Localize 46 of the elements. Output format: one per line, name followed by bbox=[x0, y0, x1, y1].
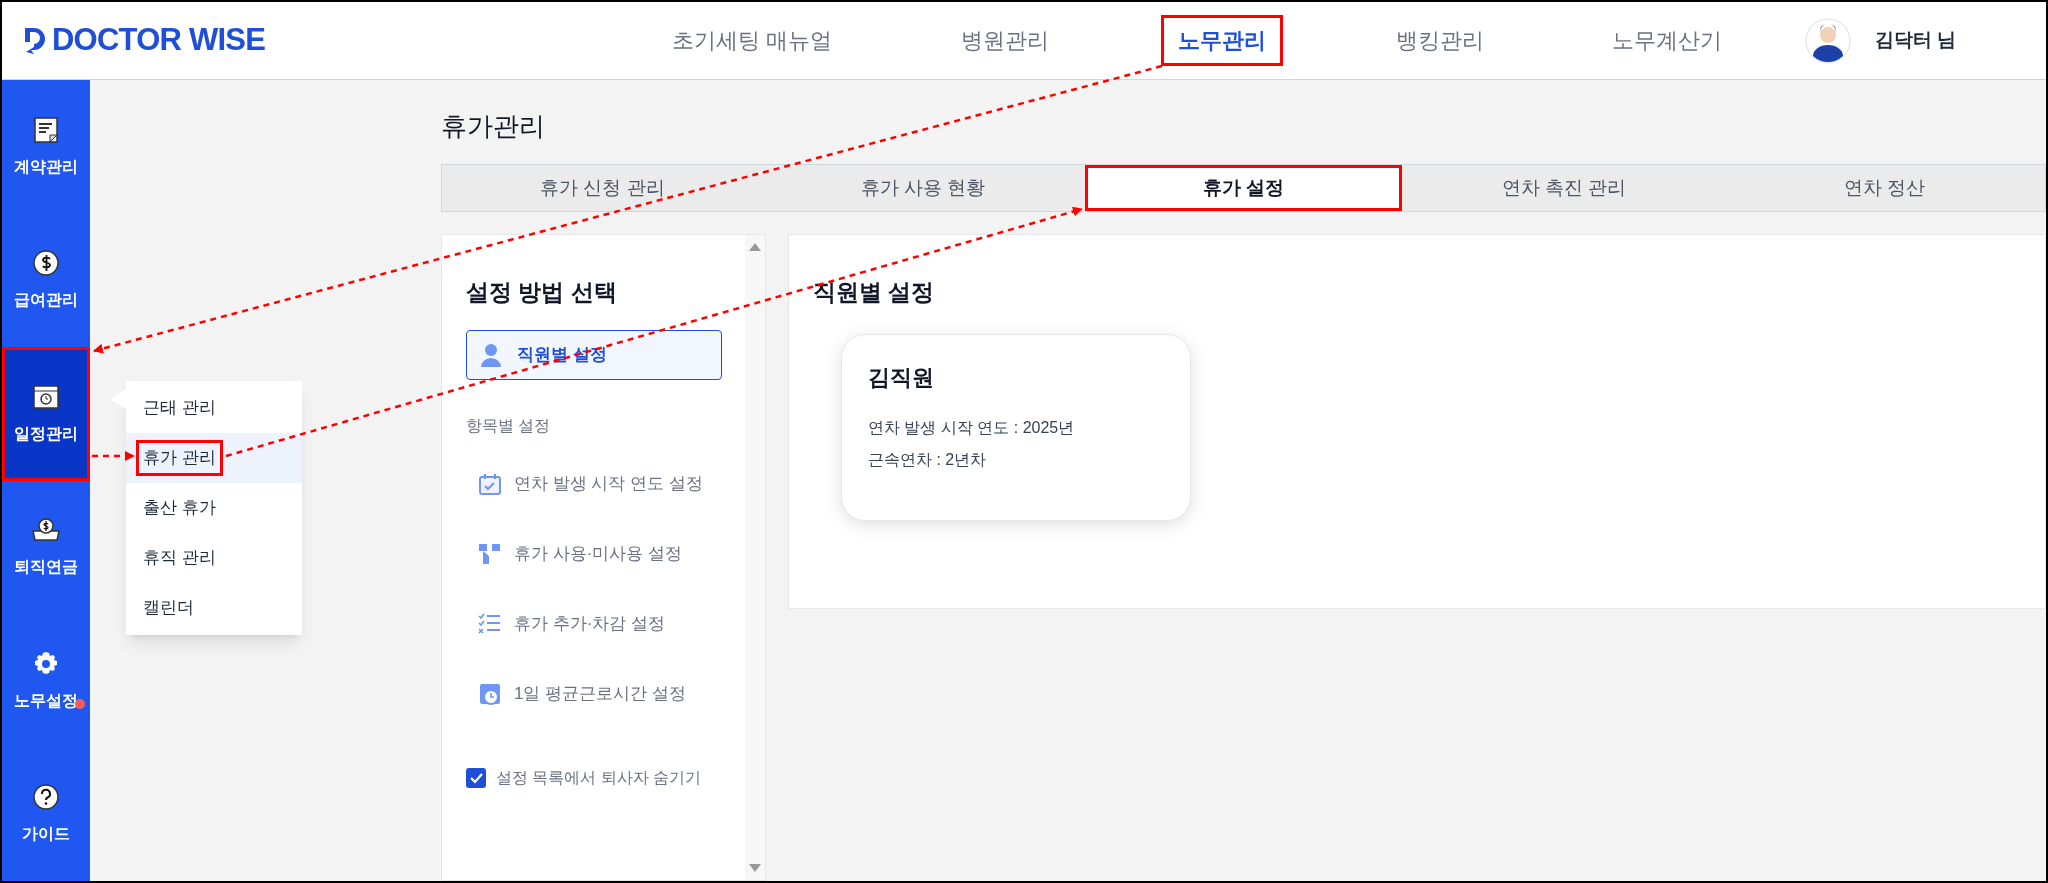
nav-link[interactable]: 뱅킹관리 bbox=[1378, 15, 1501, 66]
tab[interactable]: 휴가 신청 관리 bbox=[442, 165, 763, 211]
dashed-arrow bbox=[92, 451, 135, 461]
tab[interactable]: 휴가 설정 bbox=[1085, 165, 1402, 211]
submenu-item[interactable]: 휴직 관리 bbox=[136, 540, 223, 576]
submenu-item[interactable]: 캘린더 bbox=[136, 590, 201, 626]
employee-setting-button[interactable]: 직원별 설정 bbox=[466, 329, 722, 380]
checkbox[interactable] bbox=[466, 767, 486, 788]
checklist-icon bbox=[478, 611, 502, 636]
calendar-clock-icon bbox=[478, 681, 502, 706]
tab[interactable]: 휴가 사용 현황 bbox=[762, 165, 1084, 211]
help-icon bbox=[31, 782, 61, 813]
sidebar-item[interactable]: 일정관리 bbox=[2, 347, 90, 481]
employee-card[interactable]: 김직원 연차 발생 시작 연도 : 2025년 근속연차 : 2년차 bbox=[841, 333, 1191, 521]
nav-link[interactable]: 노무계산기 bbox=[1595, 15, 1739, 66]
setting-item[interactable]: 연차 발생 시작 연도 설정 bbox=[478, 463, 745, 504]
document-icon bbox=[31, 114, 61, 145]
submenu-item[interactable]: 근태 관리 bbox=[136, 390, 223, 426]
calendar-check-icon bbox=[478, 471, 502, 496]
submenu-item[interactable]: 출산 휴가 bbox=[136, 490, 223, 526]
setting-item[interactable]: 휴가 추가·차감 설정 bbox=[478, 603, 745, 644]
checkbox-label: 설정 목록에서 퇴사자 숨기기 bbox=[496, 767, 702, 788]
scrollbar[interactable] bbox=[745, 235, 765, 880]
panel-title: 직원별 설정 bbox=[813, 278, 936, 307]
dollar-coin-icon bbox=[31, 248, 61, 279]
tab[interactable]: 연차 촉진 관리 bbox=[1403, 165, 1725, 211]
setting-item[interactable]: 1일 평균근로시간 설정 bbox=[478, 673, 745, 714]
employee-info: 연차 발생 시작 연도 : 2025년 bbox=[868, 417, 1076, 438]
tab[interactable]: 연차 정산 bbox=[1724, 165, 2045, 211]
panel-title: 설정 방법 선택 bbox=[466, 278, 618, 307]
submenu-item[interactable]: 휴가 관리 bbox=[136, 440, 223, 476]
nav-link[interactable]: 초기세팅 매뉴얼 bbox=[654, 15, 850, 66]
employee-name: 김직원 bbox=[868, 363, 935, 392]
employee-info: 근속연차 : 2년차 bbox=[868, 449, 988, 470]
avatar-icon[interactable] bbox=[1804, 17, 1851, 64]
person-icon bbox=[481, 342, 501, 367]
logo-text[interactable]: DOCTOR WISE bbox=[52, 17, 266, 64]
scroll-down-icon[interactable] bbox=[749, 864, 761, 872]
section-label: 항목별 설정 bbox=[466, 415, 552, 436]
setting-item[interactable]: 휴가 사용·미사용 설정 bbox=[478, 533, 745, 574]
user-name[interactable]: 김닥터 님 bbox=[1874, 26, 1956, 55]
page-title: 휴가관리 bbox=[441, 110, 546, 143]
nav-link[interactable]: 노무관리 bbox=[1161, 15, 1283, 66]
nav-link[interactable]: 병원관리 bbox=[943, 15, 1066, 66]
scroll-up-icon[interactable] bbox=[749, 243, 761, 251]
logo-icon bbox=[22, 25, 48, 56]
